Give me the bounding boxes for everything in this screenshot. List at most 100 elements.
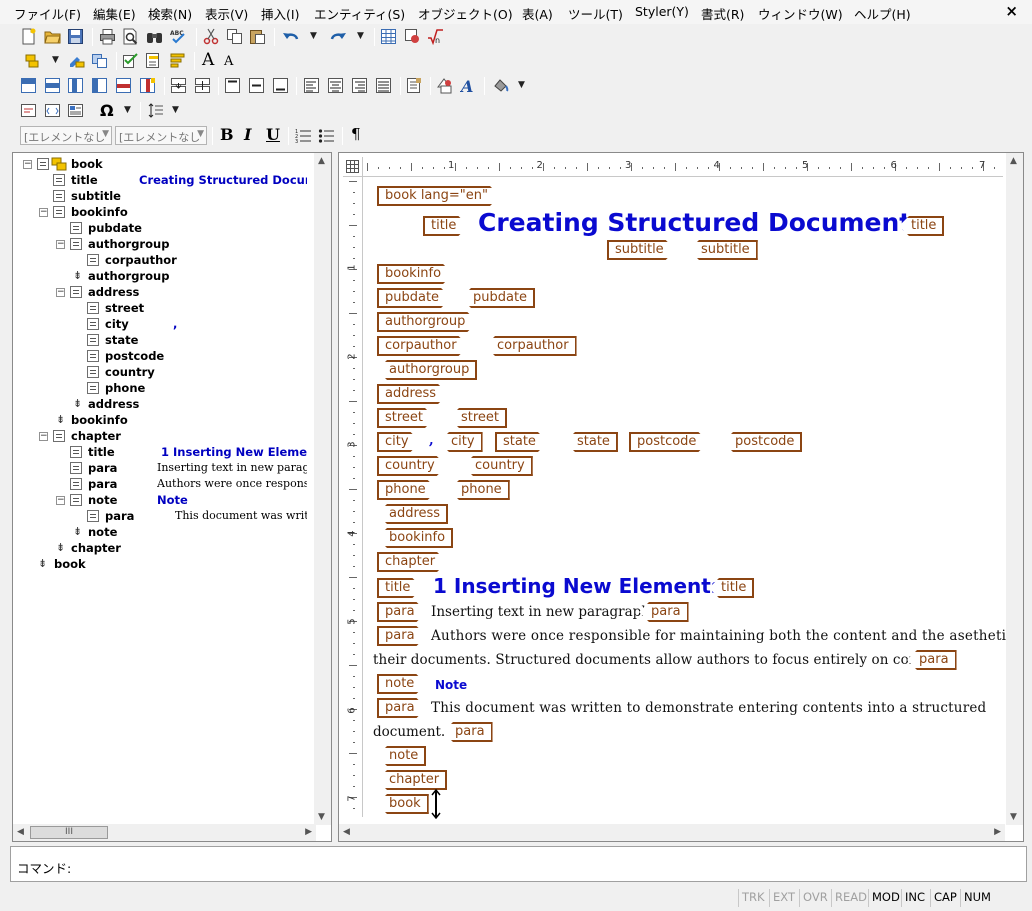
tree-node-title[interactable]: title Creating Structured Documen xyxy=(13,173,313,189)
cell-align-bottom-icon[interactable] xyxy=(272,77,289,94)
tree-node-state[interactable]: state xyxy=(13,333,313,349)
insert-column-right-icon[interactable] xyxy=(91,77,108,94)
cut-icon[interactable] xyxy=(203,28,220,45)
save-icon[interactable] xyxy=(67,28,84,45)
menu-search[interactable]: 検索(N) xyxy=(148,4,192,23)
collapse-toggle-icon[interactable]: − xyxy=(56,288,65,297)
insert-element-icon[interactable] xyxy=(24,52,41,69)
split-cells-icon[interactable] xyxy=(194,77,211,94)
note-end-tag[interactable]: note xyxy=(377,746,427,766)
menu-tools[interactable]: ツール(T) xyxy=(568,4,623,23)
insert-symbol-omega-icon[interactable]: Ω xyxy=(100,101,114,120)
document-editor[interactable]: 1234567 1234567 book lang="en" title Creat… xyxy=(338,152,1024,842)
styler-icon[interactable] xyxy=(169,52,186,69)
chapter-start-tag[interactable]: chapter xyxy=(377,552,447,572)
subtitle-end-tag[interactable]: subtitle xyxy=(689,240,758,260)
print-icon[interactable] xyxy=(99,28,116,45)
find-binoculars-icon[interactable] xyxy=(146,28,163,45)
bold-button[interactable]: B xyxy=(220,125,234,144)
line-spacing-dropdown-icon[interactable]: ▼ xyxy=(172,105,179,115)
tree-node-title[interactable]: title 1 Inserting New Elements xyxy=(13,445,313,461)
close-document-icon[interactable]: × xyxy=(1005,2,1018,20)
para-start-tag[interactable]: para xyxy=(377,626,427,646)
street-end-tag[interactable]: street xyxy=(449,408,508,428)
bullet-list-icon[interactable] xyxy=(318,127,335,144)
corpauthor-end-tag[interactable]: corpauthor xyxy=(485,336,577,356)
delete-row-icon[interactable] xyxy=(115,77,132,94)
delete-column-icon[interactable] xyxy=(139,77,156,94)
validate-icon[interactable] xyxy=(122,52,139,69)
state-start-tag[interactable]: state xyxy=(495,432,548,452)
menu-view[interactable]: 表示(V) xyxy=(205,4,248,23)
scroll-thumb[interactable]: III xyxy=(30,826,108,839)
merge-cells-icon[interactable] xyxy=(170,77,187,94)
para-end-tag[interactable]: para xyxy=(907,650,957,670)
font-larger-icon[interactable]: A xyxy=(202,50,214,70)
spellcheck-icon[interactable]: ABC xyxy=(170,28,187,45)
tree-node-note[interactable]: ⇟ note xyxy=(13,525,313,541)
tree-node-para[interactable]: para Authors were once responsible f xyxy=(13,477,313,493)
show-paragraph-marks-button[interactable]: ¶ xyxy=(351,125,361,143)
paste-icon[interactable] xyxy=(249,28,266,45)
postcode-start-tag[interactable]: postcode xyxy=(629,432,708,452)
tree-node-corpauthor[interactable]: corpauthor xyxy=(13,253,313,269)
new-file-icon[interactable] xyxy=(20,28,37,45)
tree-node-subtitle[interactable]: subtitle xyxy=(13,189,313,205)
postcode-end-tag[interactable]: postcode xyxy=(723,432,803,452)
split-element-icon[interactable] xyxy=(91,52,108,69)
book_open-start-tag[interactable]: book lang="en" xyxy=(377,186,500,206)
tree-node-phone[interactable]: phone xyxy=(13,381,313,397)
menu-entity[interactable]: エンティティ(S) xyxy=(314,4,405,23)
tree-node-city[interactable]: city, xyxy=(13,317,313,333)
address-end-tag[interactable]: address xyxy=(377,504,449,524)
line-spacing-icon[interactable] xyxy=(148,102,165,119)
scroll-right-icon[interactable]: ▶ xyxy=(305,827,312,837)
copy-icon[interactable] xyxy=(226,28,243,45)
text-style-icon[interactable]: A xyxy=(460,77,477,94)
chapter-end-tag[interactable]: chapter xyxy=(377,770,448,790)
align-center-icon[interactable] xyxy=(327,77,344,94)
object-properties-icon[interactable] xyxy=(436,77,453,94)
element-style-combo[interactable]: [エレメントなし ▼ xyxy=(20,126,112,145)
insert-symbol-dropdown-icon[interactable]: ▼ xyxy=(124,105,131,115)
city-start-tag[interactable]: city xyxy=(377,432,421,452)
italic-button[interactable]: I xyxy=(244,125,251,144)
scroll-down-icon[interactable]: ▼ xyxy=(1010,812,1017,822)
tree-node-pubdate[interactable]: pubdate xyxy=(13,221,313,237)
cell-align-middle-icon[interactable] xyxy=(248,77,265,94)
tree-node-book[interactable]: ⇟ book xyxy=(13,557,313,573)
menu-insert[interactable]: 挿入(I) xyxy=(261,4,299,23)
underline-button[interactable]: U xyxy=(266,125,280,144)
insert-processing-instruction-icon[interactable] xyxy=(44,102,61,119)
align-right-icon[interactable] xyxy=(351,77,368,94)
tree-node-address[interactable]: ⇟ address xyxy=(13,397,313,413)
menu-file[interactable]: ファイル(F) xyxy=(14,4,81,23)
phone-end-tag[interactable]: phone xyxy=(449,480,510,500)
tree-horizontal-scrollbar[interactable]: ◀ III ▶ xyxy=(13,824,316,841)
title-start-tag[interactable]: title xyxy=(423,216,468,236)
tree-node-address[interactable]: − address xyxy=(13,285,313,301)
menu-help[interactable]: ヘルプ(H) xyxy=(854,4,911,23)
redo-icon[interactable] xyxy=(330,28,347,45)
scroll-right-icon[interactable]: ▶ xyxy=(994,827,1001,837)
country-end-tag[interactable]: country xyxy=(463,456,533,476)
tree-node-country[interactable]: country xyxy=(13,365,313,381)
scroll-left-icon[interactable]: ◀ xyxy=(17,827,24,837)
tree-node-book[interactable]: − book xyxy=(13,157,313,173)
title-start-tag[interactable]: title xyxy=(377,578,422,598)
insert-column-left-icon[interactable] xyxy=(67,77,84,94)
menu-format[interactable]: 書式(R) xyxy=(701,4,744,23)
menu-window[interactable]: ウィンドウ(W) xyxy=(758,4,843,23)
tree-node-para[interactable]: para This document was written to xyxy=(13,509,313,525)
scroll-up-icon[interactable]: ▲ xyxy=(318,156,325,166)
phone-start-tag[interactable]: phone xyxy=(377,480,438,500)
insert-entity-icon[interactable] xyxy=(67,102,84,119)
menu-edit[interactable]: 編集(E) xyxy=(93,4,136,23)
menu-table[interactable]: 表(A) xyxy=(522,4,553,23)
para-end-tag[interactable]: para xyxy=(443,722,493,742)
street-start-tag[interactable]: street xyxy=(377,408,435,428)
numbered-list-icon[interactable]: 123 xyxy=(295,127,312,144)
change-element-icon[interactable] xyxy=(68,52,85,69)
scroll-down-icon[interactable]: ▼ xyxy=(318,812,325,822)
state-end-tag[interactable]: state xyxy=(565,432,618,452)
